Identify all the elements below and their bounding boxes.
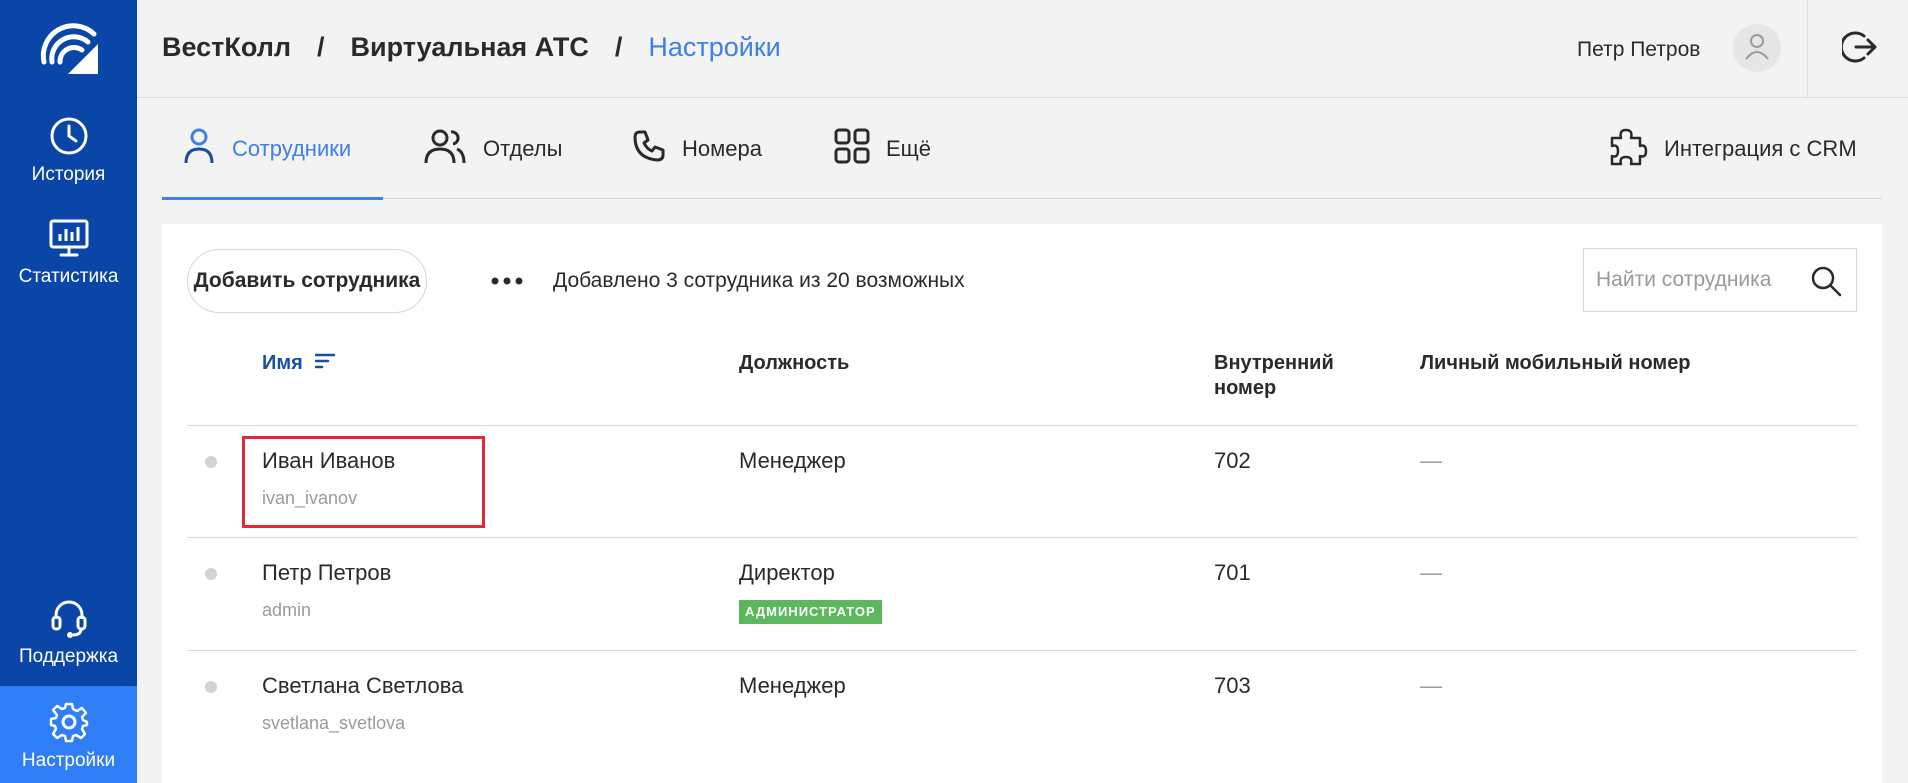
people-icon [423, 127, 467, 170]
vestcall-logo[interactable] [36, 16, 100, 82]
employees-count-text: Добавлено 3 сотрудника из 20 возможных [553, 269, 965, 292]
employee-login: svetlana_svetlova [262, 713, 406, 733]
search-icon[interactable] [1810, 265, 1842, 297]
tab-label: Отделы [483, 135, 563, 161]
employee-position: Директор [739, 560, 835, 585]
sidebar-item-label: История [31, 164, 106, 185]
employee-position: Менеджер [739, 673, 846, 698]
breadcrumb: ВестКолл / Виртуальная АТС / Настройки [162, 32, 781, 63]
sidebar-item-settings[interactable]: Настройки [0, 686, 137, 783]
tab-label: Интеграция с CRM [1664, 135, 1857, 161]
search-box [1583, 248, 1857, 312]
add-employee-button[interactable]: Добавить сотрудника [187, 249, 427, 313]
employee-extension: 703 [1214, 673, 1251, 698]
column-header-mobile: Личный мобильный номер [1420, 352, 1691, 374]
monitor-chart-icon [47, 216, 91, 260]
search-input[interactable] [1596, 268, 1806, 292]
sidebar-item-history[interactable]: История [0, 114, 137, 186]
puzzle-icon [1608, 126, 1648, 171]
breadcrumb-separator: / [614, 32, 623, 62]
breadcrumb-item[interactable]: Виртуальная АТС [351, 32, 589, 63]
column-header-name[interactable]: Имя [262, 351, 336, 376]
employee-name: Светлана Светлова [262, 673, 464, 698]
tab-crm-integration[interactable]: Интеграция с CRM [1608, 98, 1857, 199]
status-dot [205, 681, 217, 693]
headset-icon [47, 596, 91, 640]
tab-label: Сотрудники [232, 135, 352, 161]
table-row[interactable]: Петр Петров admin Директор АДМИНИСТРАТОР… [187, 538, 1857, 650]
settings-tabs: Сотрудники Отделы Номера Ещё Интеграция … [162, 98, 1882, 200]
highlight-box [242, 436, 485, 528]
sidebar-item-label: Настройки [21, 750, 116, 771]
sort-icon [314, 351, 336, 376]
employee-mobile: — [1420, 560, 1442, 585]
logout-icon [1839, 29, 1878, 70]
employee-extension: 701 [1214, 560, 1251, 585]
employee-position: Менеджер [739, 448, 846, 473]
breadcrumb-item[interactable]: ВестКолл [162, 32, 291, 63]
grid-icon [834, 128, 870, 169]
tab-label: Номера [682, 135, 762, 161]
phone-icon [632, 129, 666, 168]
tab-departments[interactable]: Отделы [423, 98, 562, 199]
employee-mobile: — [1420, 448, 1442, 473]
status-dot [205, 568, 217, 580]
tab-more[interactable]: Ещё [834, 98, 931, 199]
sidebar: История Статистика Поддержка Настройки [0, 0, 137, 783]
breadcrumb-separator: / [317, 32, 325, 62]
user-icon [1744, 32, 1770, 65]
tab-label: Ещё [886, 135, 932, 161]
tab-employees[interactable]: Сотрудники [162, 98, 383, 200]
header-divider [1807, 0, 1808, 98]
sidebar-item-label: Поддержка [18, 646, 119, 667]
table-row[interactable]: Светлана Светлова svetlana_svetlova Мене… [187, 651, 1857, 763]
employee-extension: 702 [1214, 448, 1251, 473]
gear-icon [47, 700, 91, 744]
sidebar-item-statistics[interactable]: Статистика [0, 216, 137, 288]
status-dot [205, 456, 217, 468]
breadcrumb-current: Настройки [648, 32, 781, 62]
employee-mobile: — [1420, 673, 1442, 698]
sidebar-item-label: Статистика [18, 266, 119, 287]
employee-login: admin [262, 600, 312, 620]
column-header-label: Имя [262, 352, 303, 374]
admin-badge: АДМИНИСТРАТОР [739, 600, 882, 624]
sidebar-item-support[interactable]: Поддержка [0, 596, 137, 668]
more-options-button[interactable] [487, 266, 527, 296]
clock-icon [47, 114, 91, 158]
logout-button[interactable] [1837, 26, 1883, 72]
employee-name: Петр Петров [262, 560, 392, 585]
current-user-name[interactable]: Петр Петров [1577, 38, 1700, 62]
avatar[interactable] [1733, 24, 1781, 72]
top-header: ВестКолл / Виртуальная АТС / Настройки П… [137, 0, 1908, 98]
more-dots-icon [491, 272, 523, 290]
person-icon [182, 127, 216, 170]
column-header-position: Должность [739, 352, 850, 374]
column-header-extension: Внутренний номер [1214, 352, 1334, 399]
tab-numbers[interactable]: Номера [632, 98, 762, 199]
